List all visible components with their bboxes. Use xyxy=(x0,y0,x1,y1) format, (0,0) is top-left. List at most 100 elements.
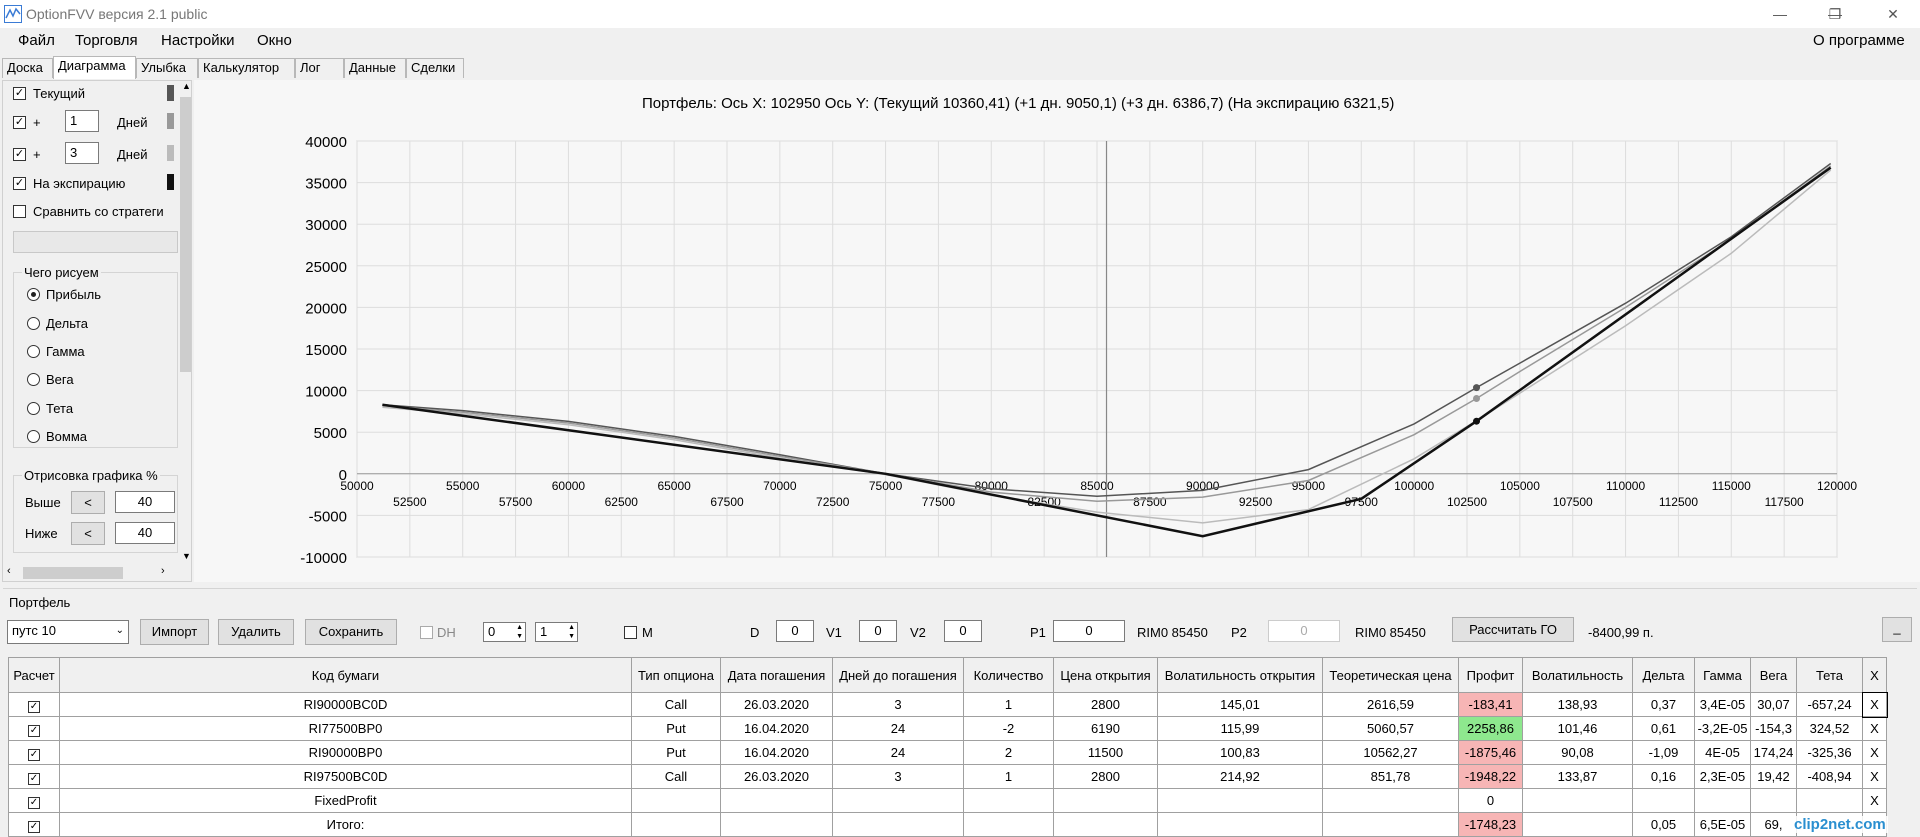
plus3-color-swatch[interactable] xyxy=(167,145,174,161)
delete-button[interactable]: Удалить xyxy=(218,619,294,645)
v2-input[interactable]: 0 xyxy=(944,620,982,642)
below-input[interactable]: 40 xyxy=(115,522,175,544)
p1-input[interactable]: 0 xyxy=(1053,620,1125,642)
col-vega[interactable]: Вега xyxy=(1750,657,1797,693)
radio-theta[interactable] xyxy=(27,402,40,415)
col-gamma[interactable]: Гамма xyxy=(1694,657,1751,693)
cell-x[interactable]: X xyxy=(1862,788,1887,813)
scroll-left-icon[interactable]: ‹ xyxy=(7,565,11,577)
minimize-panel-button[interactable]: _ xyxy=(1882,617,1912,642)
col-calc[interactable]: Расчет xyxy=(8,657,60,693)
import-button[interactable]: Импорт xyxy=(140,619,209,645)
v1-input[interactable]: 0 xyxy=(859,620,897,642)
tab-log[interactable]: Лог xyxy=(295,58,344,78)
tab-board[interactable]: Доска xyxy=(2,58,53,78)
cell-x[interactable]: X xyxy=(1861,691,1888,718)
col-delta[interactable]: Дельта xyxy=(1632,657,1695,693)
col-qty[interactable]: Количество xyxy=(963,657,1054,693)
vertical-scrollbar[interactable]: ▲ ▼ xyxy=(179,81,191,565)
p2-input[interactable]: 0 xyxy=(1268,620,1340,642)
save-button[interactable]: Сохранить xyxy=(305,619,397,645)
plus1-checkbox[interactable]: ✓ xyxy=(13,116,26,129)
cell-x[interactable]: X xyxy=(1862,740,1887,765)
days1-input[interactable]: 1 xyxy=(65,110,99,132)
tab-deals[interactable]: Сделки xyxy=(406,58,464,78)
profit-chart[interactable]: 40000 35000 30000 25000 20000 15000 10000 50000… xyxy=(194,80,1920,582)
radio-vomma[interactable] xyxy=(27,430,40,443)
compare-checkbox[interactable] xyxy=(13,205,26,218)
maximize-button[interactable]: ❐ xyxy=(1812,2,1858,26)
menu-settings[interactable]: Настройки xyxy=(161,32,235,49)
tab-data[interactable]: Данные xyxy=(344,58,406,78)
tab-diagram[interactable]: Диаграмма xyxy=(53,56,136,79)
calculate-go-button[interactable]: Рассчитать ГО xyxy=(1452,617,1574,642)
horizontal-scrollbar[interactable]: ‹ › xyxy=(3,565,179,581)
col-vol-open[interactable]: Волатильность открытия xyxy=(1157,657,1323,693)
current-checkbox[interactable]: ✓ xyxy=(13,87,26,100)
spin-arrows-icon[interactable]: ▲ ▼ xyxy=(568,623,575,641)
calc-checkbox[interactable]: ✓ xyxy=(28,796,40,809)
table-row[interactable]: ✓ RI97500BC0D Call 26.03.2020 3 1 2800 214,92 85… xyxy=(8,764,1887,789)
menu-file[interactable]: Файл xyxy=(18,32,55,49)
tab-smile[interactable]: Улыбка xyxy=(136,58,198,78)
m-checkbox[interactable] xyxy=(624,626,637,639)
menu-about[interactable]: О программе xyxy=(1813,32,1905,49)
period-spin-input[interactable]: 1 ▲ ▼ xyxy=(535,622,578,642)
row-calc-checkbox[interactable]: ✓ xyxy=(8,692,60,717)
table-row[interactable]: ✓ RI90000BP0 Put 16.04.2020 24 2 11500 100,83 10… xyxy=(8,740,1887,765)
col-theo[interactable]: Теоретическая цена xyxy=(1322,657,1459,693)
below-decrease-button[interactable]: < xyxy=(71,522,105,545)
scroll-down-icon[interactable]: ▼ xyxy=(182,551,191,561)
table-row[interactable]: ✓ Итого: -1748,23 0,05 6,5E-05 69, xyxy=(8,812,1887,837)
above-input[interactable]: 40 xyxy=(115,491,175,513)
above-decrease-button[interactable]: < xyxy=(71,491,105,514)
calc-checkbox[interactable]: ✓ xyxy=(28,700,40,713)
row-calc-checkbox[interactable]: ✓ xyxy=(8,740,60,765)
radio-profit[interactable] xyxy=(27,288,40,301)
row-calc-checkbox[interactable]: ✓ xyxy=(8,764,60,789)
col-theta[interactable]: Тета xyxy=(1796,657,1863,693)
col-type[interactable]: Тип опциона xyxy=(631,657,721,693)
close-button[interactable]: ✕ xyxy=(1870,2,1916,26)
col-date[interactable]: Дата погашения xyxy=(720,657,833,693)
table-row[interactable]: ✓ FixedProfit 0 X xyxy=(8,788,1887,813)
row-calc-checkbox[interactable]: ✓ xyxy=(8,788,60,813)
menu-window[interactable]: Окно xyxy=(257,32,292,49)
vertical-scroll-thumb[interactable] xyxy=(180,97,191,372)
calc-checkbox[interactable]: ✓ xyxy=(28,724,40,737)
d-input[interactable]: 0 xyxy=(776,620,814,642)
scroll-right-icon[interactable]: › xyxy=(161,565,165,577)
col-code[interactable]: Код бумаги xyxy=(59,657,632,693)
cell-x[interactable]: X xyxy=(1862,764,1887,789)
horizontal-scroll-thumb[interactable] xyxy=(23,567,123,579)
portfolio-select[interactable]: путс 10 ⌄ xyxy=(7,620,129,644)
chevron-down-icon[interactable]: ⌄ xyxy=(116,621,124,641)
scroll-up-icon[interactable]: ▲ xyxy=(182,81,191,91)
calc-checkbox[interactable]: ✓ xyxy=(28,772,40,785)
dh-checkbox[interactable] xyxy=(420,626,433,639)
radio-delta[interactable] xyxy=(27,317,40,330)
table-row[interactable]: ✓ RI77500BP0 Put 16.04.2020 24 -2 6190 115,99 50… xyxy=(8,716,1887,741)
dh-spin-input[interactable]: 0 ▲ ▼ xyxy=(483,622,526,642)
table-row[interactable]: ✓ RI90000BC0D Call 26.03.2020 3 1 2800 145,01 26… xyxy=(8,691,1888,718)
cell-x[interactable]: X xyxy=(1862,716,1887,741)
col-remove[interactable]: X xyxy=(1862,657,1887,693)
col-profit[interactable]: Профит xyxy=(1458,657,1523,693)
calc-checkbox[interactable]: ✓ xyxy=(28,820,40,833)
col-vol[interactable]: Волатильность xyxy=(1522,657,1633,693)
compare-strategy-select[interactable] xyxy=(13,231,178,253)
expiry-color-swatch[interactable] xyxy=(167,174,174,190)
spin-arrows-icon[interactable]: ▲ ▼ xyxy=(516,623,523,641)
calc-checkbox[interactable]: ✓ xyxy=(28,748,40,761)
plus3-checkbox[interactable]: ✓ xyxy=(13,148,26,161)
col-days[interactable]: Дней до погашения xyxy=(832,657,964,693)
minimize-icon[interactable]: — xyxy=(1757,2,1803,26)
radio-vega[interactable] xyxy=(27,373,40,386)
plus1-color-swatch[interactable] xyxy=(167,113,174,129)
days3-input[interactable]: 3 xyxy=(65,142,99,164)
current-color-swatch[interactable] xyxy=(167,85,174,101)
row-calc-checkbox[interactable]: ✓ xyxy=(8,716,60,741)
col-price[interactable]: Цена открытия xyxy=(1053,657,1158,693)
tab-calculator[interactable]: Калькулятор xyxy=(198,58,295,78)
expiry-checkbox[interactable]: ✓ xyxy=(13,177,26,190)
